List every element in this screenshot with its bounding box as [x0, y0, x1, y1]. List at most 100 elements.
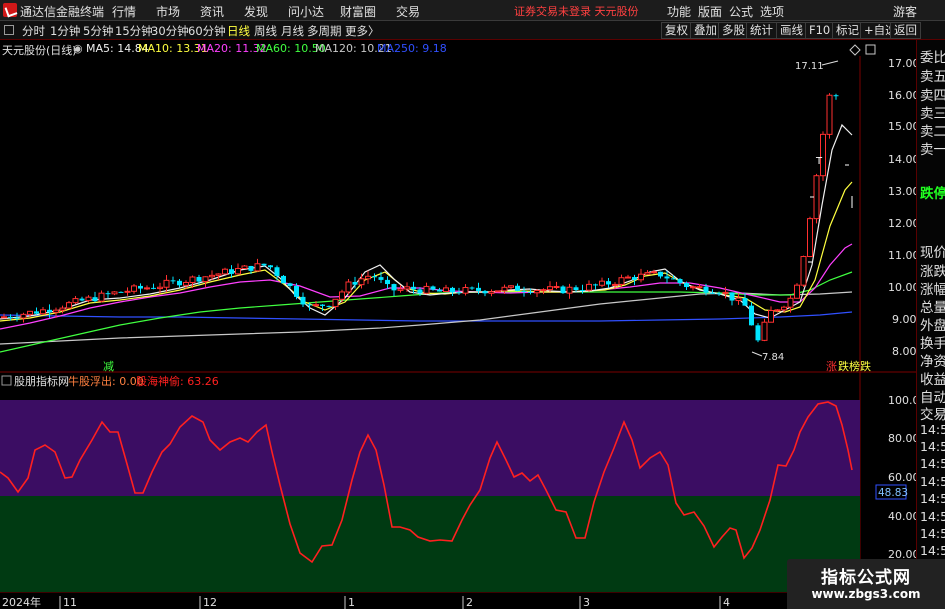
watermark-title: 指标公式网 [821, 568, 911, 588]
tab-60min[interactable]: 60分钟 [188, 23, 226, 39]
indicator-name[interactable]: 股朋指标网 [14, 374, 69, 388]
candle-body [215, 273, 222, 276]
tab-15min[interactable]: 15分钟 [115, 23, 153, 39]
rp-time: 14:5 [920, 422, 945, 437]
candle-body [274, 267, 280, 276]
tab-weekly[interactable]: 周线 [254, 23, 277, 39]
candle-body [833, 95, 839, 97]
huaxian-button[interactable]: 画线 [776, 22, 807, 39]
candle-body [430, 286, 436, 290]
low-price-label: 7.84 [762, 352, 784, 363]
menu-wenxiaoda[interactable]: 问小达 [288, 3, 324, 20]
candle-body [163, 279, 170, 288]
candle-body [716, 293, 722, 295]
candle-body [111, 291, 118, 295]
candle-body [287, 283, 293, 287]
candle-body [722, 291, 729, 294]
candle-body [365, 275, 371, 280]
candle-body [826, 94, 833, 135]
indicator-purple-zone [0, 400, 860, 496]
date-tick: 2 [466, 596, 473, 609]
fuquan-button[interactable]: 复权 [661, 22, 692, 39]
candle-body [411, 286, 416, 290]
rp-trade[interactable]: 交易 [920, 403, 945, 423]
stock-label[interactable]: 天元股份(日线) [2, 42, 77, 58]
candle-body [170, 280, 176, 282]
candle-body [53, 309, 59, 313]
rp-time: 14:5 [920, 526, 945, 541]
candle-body [235, 268, 241, 275]
candle-body [638, 273, 644, 281]
price-tick: 10.00 [888, 281, 916, 294]
candle-body [189, 276, 196, 283]
menu-banmian[interactable]: 版面 [698, 3, 722, 20]
biaoji-button[interactable]: 标记 [832, 22, 863, 39]
candle-body [397, 288, 404, 291]
menu-faxian[interactable]: 发现 [244, 3, 268, 20]
candle-body [300, 296, 306, 305]
candle-body [222, 268, 228, 275]
menu-zixun[interactable]: 资讯 [200, 3, 224, 20]
indicator-line1-label: 牛股浮出: 0.00 [68, 374, 144, 388]
menu-xuanxiang[interactable]: 选项 [760, 3, 784, 20]
candle-body [534, 290, 540, 294]
indicator-line2-label: 股海神偷: 63.26 [136, 374, 219, 388]
indicator-current-value: 48.83 [878, 487, 908, 499]
tab-more-label: 更多 [345, 24, 368, 38]
candle-body [105, 293, 111, 295]
menu-gongshi[interactable]: 公式 [729, 3, 753, 20]
candle-body [618, 277, 625, 285]
rp-net-asset: 净资 [920, 354, 945, 370]
rp-time: 14:5 [920, 474, 945, 489]
candle-body [800, 256, 807, 286]
price-tick: 14.00 [888, 153, 916, 166]
rp-outer-disk: 外盘 [920, 318, 945, 334]
high-price-label: 17.11 [795, 61, 824, 72]
kline-chart[interactable]: 17.00 16.00 15.00 14.00 13.00 12.00 11.0… [0, 40, 916, 609]
candle-body [664, 276, 670, 279]
diejia-button[interactable]: 叠加 [690, 22, 721, 39]
candle-body [144, 287, 150, 290]
menu-jiaoyi[interactable]: 交易 [396, 3, 420, 20]
indicator-toggle-icon[interactable] [1, 375, 12, 386]
menu-shichang[interactable]: 市场 [156, 3, 180, 20]
candle-body [391, 284, 397, 291]
candle-body [157, 286, 163, 290]
rp-change-pct: 涨幅 [920, 282, 945, 298]
candle-body [248, 265, 254, 271]
tab-fenshi[interactable]: 分时 [22, 23, 45, 39]
candle-body [345, 281, 352, 293]
menu-gongneng[interactable]: 功能 [667, 3, 691, 20]
candle-body [268, 265, 273, 268]
tab-5min[interactable]: 5分钟 [83, 23, 113, 39]
duogu-button[interactable]: 多股 [718, 22, 749, 39]
guest-user[interactable]: 游客 [893, 3, 917, 20]
panel-toggle-icon[interactable] [4, 25, 14, 35]
candle-body [580, 290, 585, 292]
menu-hangqing[interactable]: 行情 [112, 3, 136, 20]
candle-body [501, 286, 508, 292]
candle-body [553, 285, 560, 288]
candle-body [658, 271, 663, 277]
date-tick: 12 [203, 596, 217, 609]
f10-button[interactable]: F10 [805, 22, 835, 39]
tab-more[interactable]: 更多〉 [345, 23, 380, 39]
tab-monthly[interactable]: 月线 [281, 23, 304, 39]
candlestick-series [1, 93, 839, 343]
menu-caifuquan[interactable]: 财富圈 [340, 3, 376, 20]
rp-ask5: 卖五 [920, 69, 945, 85]
tongji-button[interactable]: 统计 [746, 22, 777, 39]
date-tick: 3 [583, 596, 590, 609]
candle-body [437, 289, 442, 292]
candle-body [281, 275, 286, 284]
candle-body [261, 263, 267, 266]
eye-icon[interactable]: ◉ [73, 42, 83, 55]
candle-body [332, 298, 339, 308]
date-tick: 4 [723, 596, 730, 609]
tab-daily[interactable]: 日线 [227, 23, 250, 39]
tab-multi-period[interactable]: 多周期 [307, 23, 342, 39]
tab-30min[interactable]: 30分钟 [151, 23, 189, 39]
candle-body [606, 281, 611, 285]
back-button[interactable]: 返回 [890, 22, 921, 39]
tab-1min[interactable]: 1分钟 [50, 23, 80, 39]
